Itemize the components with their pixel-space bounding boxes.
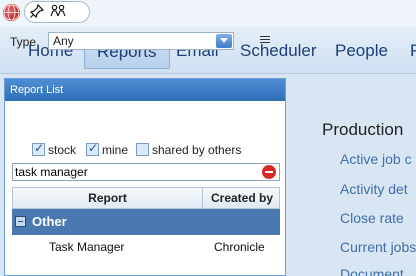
report-link[interactable]: Document (340, 266, 404, 276)
row-report-name: Task Manager (49, 240, 125, 254)
report-link[interactable]: Activity det (340, 181, 408, 197)
type-select[interactable]: Any (48, 32, 234, 50)
stock-checkbox[interactable] (32, 141, 45, 156)
type-select-value: Any (53, 34, 74, 48)
report-search-input[interactable]: task manager (12, 163, 280, 181)
hamburger-menu-icon[interactable] (260, 36, 270, 45)
report-grid-header: Report Created by (12, 187, 280, 209)
globe-lines-icon (3, 4, 20, 21)
shared-by-others-checkbox[interactable] (136, 143, 149, 156)
report-link[interactable]: Current jobs (340, 239, 416, 255)
nav-scheduler[interactable]: Scheduler (228, 33, 329, 69)
clear-search-icon[interactable] (262, 165, 276, 179)
search-value: task manager (15, 165, 88, 179)
section-title: Production (322, 120, 404, 139)
chevron-down-icon[interactable] (216, 34, 232, 48)
mine-label: mine (102, 143, 129, 157)
nav-overflow[interactable]: P (398, 33, 416, 69)
shared-by-others-label: shared by others (152, 143, 242, 157)
group-label: Other (32, 214, 67, 229)
nav-people[interactable]: People (323, 33, 400, 69)
column-header-created-by[interactable]: Created by (203, 188, 281, 208)
pin-icon[interactable] (30, 4, 44, 18)
row-created-by: Chronicle (214, 240, 265, 254)
panel-title: Report List (5, 79, 285, 101)
collapse-icon[interactable] (15, 216, 26, 227)
table-row[interactable]: Task Manager Chronicle (12, 236, 280, 258)
people-icon[interactable] (50, 4, 66, 18)
type-label: Type (10, 35, 37, 49)
mine-checkbox[interactable] (86, 141, 99, 156)
report-link[interactable]: Close rate (340, 210, 404, 226)
group-row-other[interactable]: Other (12, 209, 280, 235)
column-header-report[interactable]: Report (13, 188, 203, 208)
top-toolbar (0, 0, 416, 26)
report-link[interactable]: Active job c (340, 151, 412, 167)
stock-label: stock (48, 143, 77, 157)
